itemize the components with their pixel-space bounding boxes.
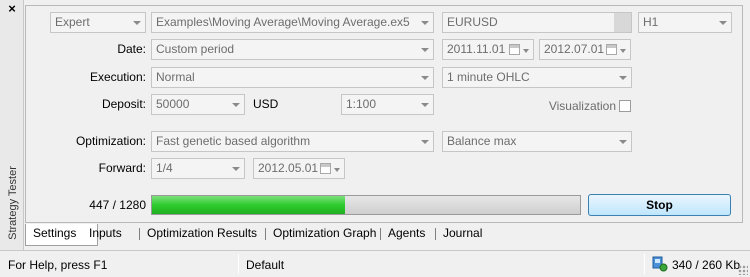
- calendar-icon[interactable]: [320, 163, 331, 174]
- leverage-select[interactable]: 1:100: [341, 94, 434, 115]
- tab-optimization-graph[interactable]: Optimization Graph: [266, 224, 395, 244]
- timeframe-select[interactable]: H1: [638, 12, 732, 33]
- forward-date-field[interactable]: 2012.05.01: [253, 158, 345, 179]
- chevron-down-icon: [228, 95, 244, 114]
- expert-type-select[interactable]: Expert: [50, 12, 146, 33]
- network-traffic-icon: [652, 256, 668, 272]
- resize-grip-icon[interactable]: [738, 265, 748, 275]
- optimization-criterion-select[interactable]: Balance max: [442, 131, 632, 152]
- status-bar: For Help, press F1 Default 340 / 260 Kb: [0, 250, 750, 277]
- visualization-label: Visualization: [548, 99, 616, 113]
- chevron-down-icon: [417, 40, 433, 59]
- chevron-down-icon: [228, 159, 244, 178]
- chevron-down-icon: [417, 13, 433, 32]
- date-label: Date:: [117, 42, 146, 56]
- status-traffic: 340 / 260 Kb: [672, 258, 741, 272]
- optimization-label: Optimization:: [75, 134, 146, 148]
- status-separator: [238, 254, 239, 274]
- chevron-down-icon: [523, 49, 529, 53]
- status-profile: Default: [246, 258, 285, 272]
- tab-optimization-results[interactable]: Optimization Results: [140, 224, 280, 244]
- date-from-field[interactable]: 2011.11.01: [442, 39, 534, 60]
- side-panel-strip: × Strategy Tester: [0, 0, 24, 250]
- currency-label: USD: [253, 97, 279, 111]
- optimization-progress-bar: [151, 195, 581, 215]
- chevron-down-icon: [129, 13, 145, 32]
- date-mode-select[interactable]: Custom period: [151, 39, 434, 60]
- progress-counter: 447 / 1280: [89, 198, 146, 212]
- calendar-icon[interactable]: [509, 44, 520, 55]
- forward-label: Forward:: [98, 161, 146, 175]
- expert-select[interactable]: Examples\Moving Average\Moving Average.e…: [151, 12, 434, 33]
- chevron-down-icon: [417, 132, 433, 151]
- date-to-field[interactable]: 2012.07.01: [539, 39, 631, 60]
- chevron-down-icon: [620, 49, 626, 53]
- progress-fill: [152, 196, 345, 214]
- visualization-checkbox[interactable]: [619, 100, 631, 112]
- chevron-down-icon: [334, 168, 340, 172]
- chevron-down-icon: [615, 68, 631, 87]
- panel-title-vertical: Strategy Tester: [7, 166, 19, 240]
- chevron-down-icon: [715, 13, 731, 32]
- optimization-select[interactable]: Fast genetic based algorithm: [151, 131, 434, 152]
- stop-button[interactable]: Stop: [588, 194, 731, 216]
- chevron-down-icon: [417, 68, 433, 87]
- symbol-field-button: [614, 13, 631, 32]
- tab-journal[interactable]: Journal: [436, 224, 505, 244]
- status-help-text: For Help, press F1: [8, 258, 108, 272]
- execution-select[interactable]: Normal: [151, 67, 434, 88]
- chevron-down-icon: [417, 95, 433, 114]
- tick-model-select[interactable]: 1 minute OHLC: [442, 67, 632, 88]
- execution-label: Execution:: [89, 70, 146, 84]
- close-icon[interactable]: ×: [6, 2, 18, 16]
- symbol-field[interactable]: EURUSD: [442, 12, 632, 33]
- chevron-down-icon: [615, 132, 631, 151]
- deposit-label: Deposit:: [101, 97, 146, 111]
- deposit-combo[interactable]: 50000: [151, 94, 245, 115]
- forward-select[interactable]: 1/4: [151, 158, 245, 179]
- calendar-icon[interactable]: [606, 44, 617, 55]
- status-separator: [644, 254, 645, 274]
